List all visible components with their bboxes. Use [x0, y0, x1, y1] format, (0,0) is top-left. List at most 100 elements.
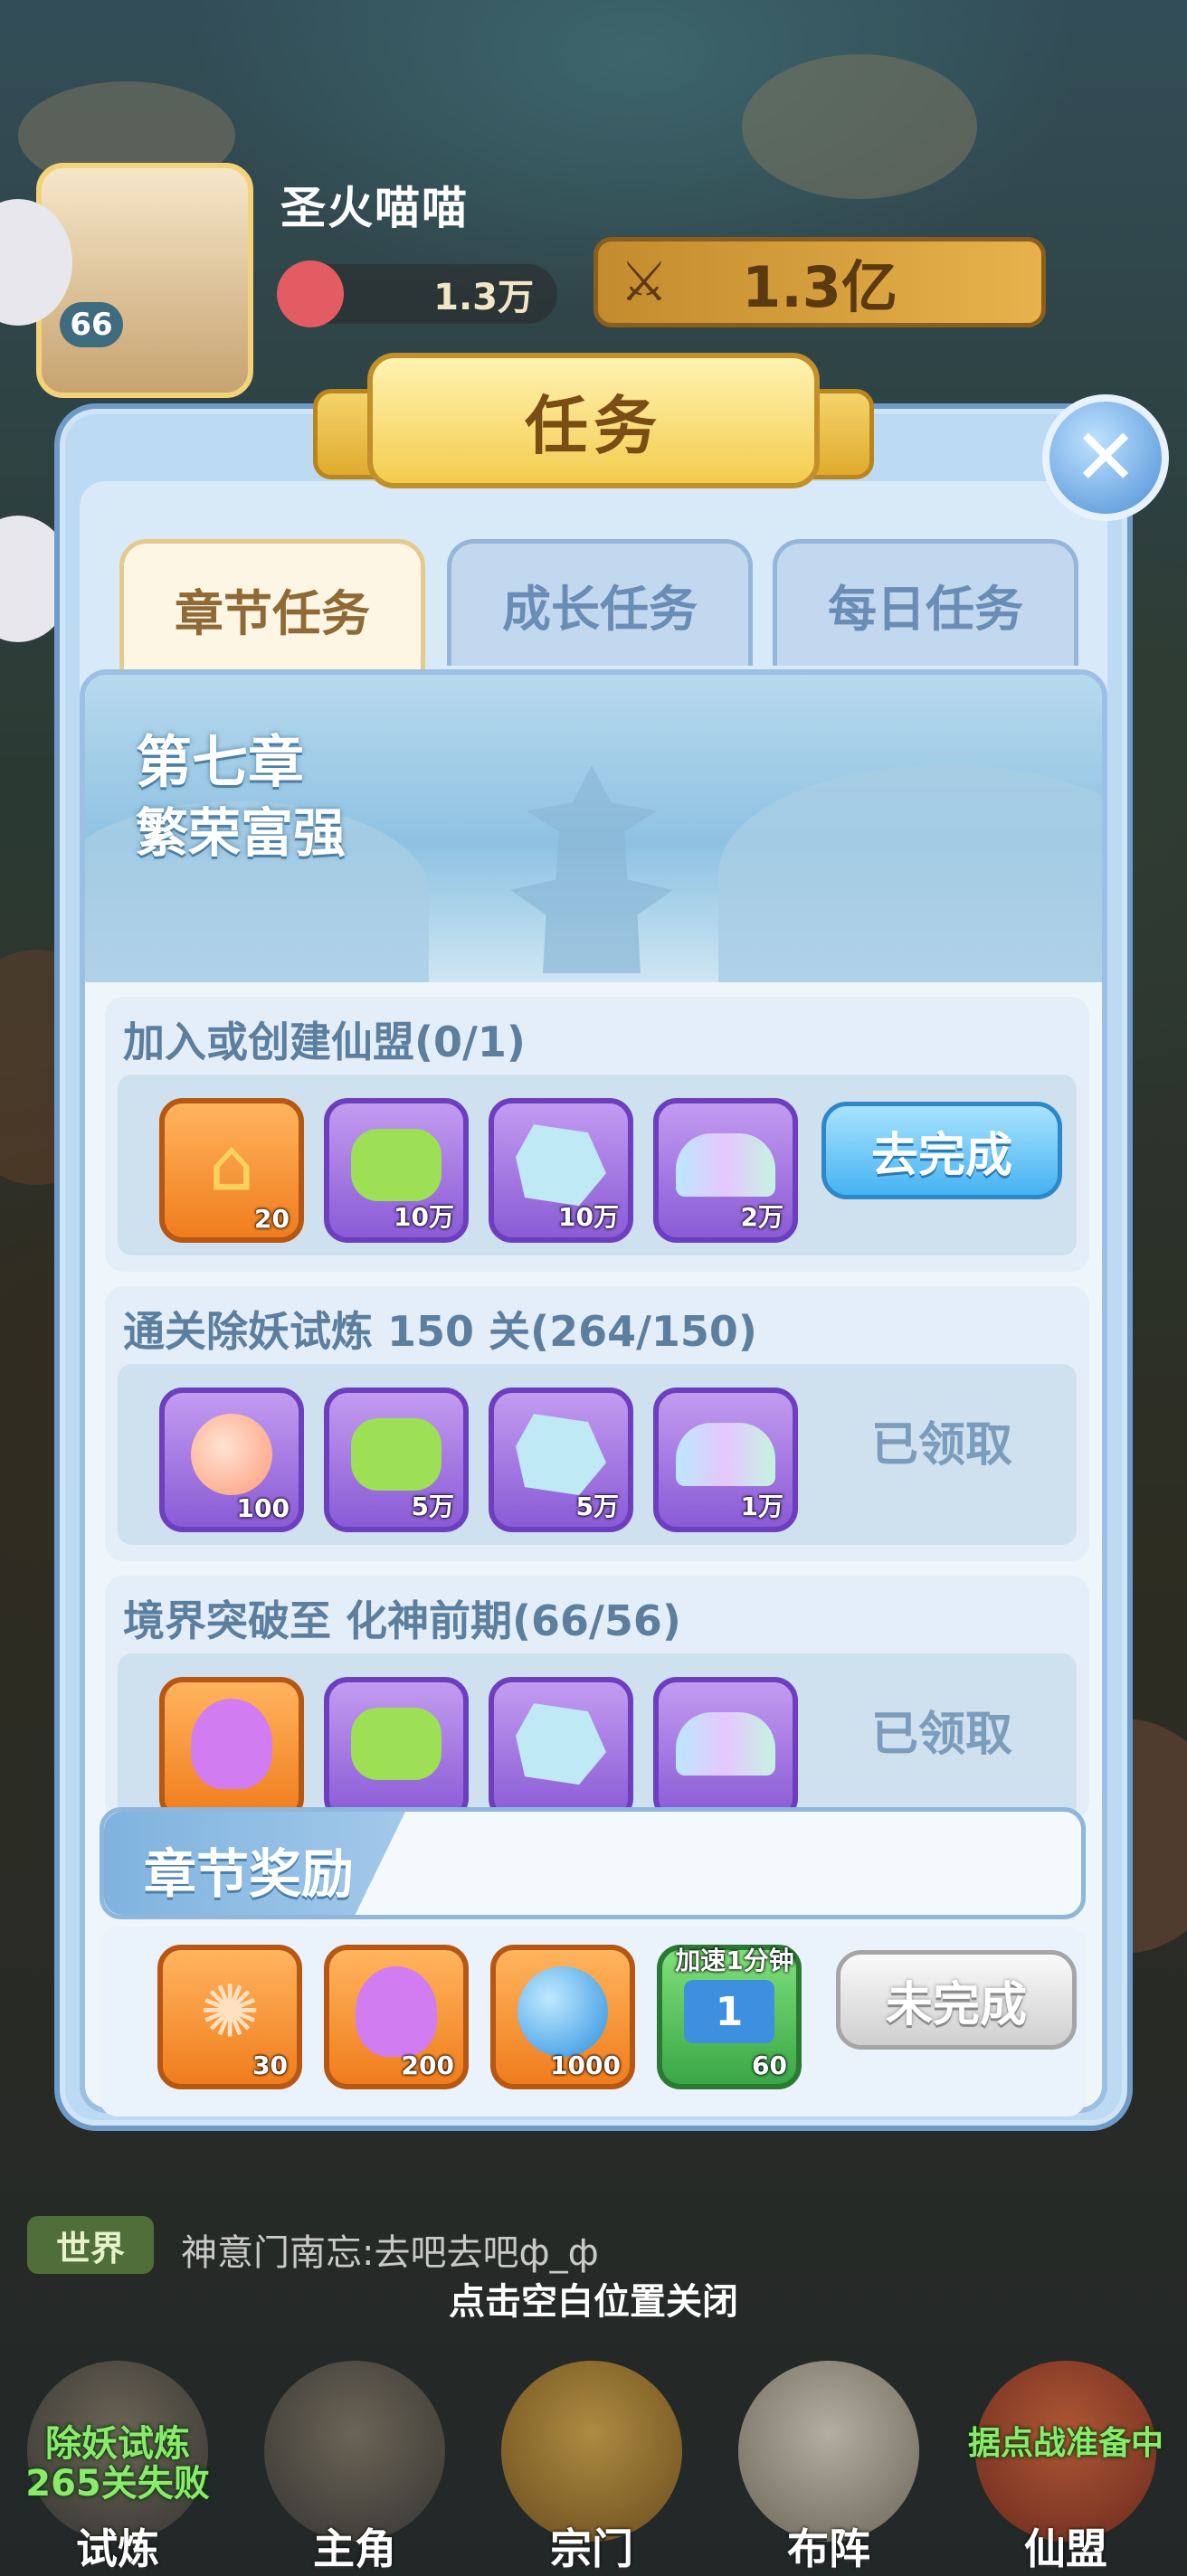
- hero-icon: [264, 2361, 445, 2542]
- sword-icon: ⚔: [620, 251, 669, 314]
- reward-item[interactable]: 200: [324, 1945, 469, 2089]
- purple-flame-icon: [191, 1699, 272, 1790]
- house-token-icon: ⌂: [208, 1122, 255, 1208]
- nav-label: 宗门: [550, 2524, 633, 2573]
- claimed-status: 已领取: [870, 1417, 1012, 1473]
- fire-scroll-icon: ✺: [199, 1969, 261, 2054]
- rainbow-scale-icon: [676, 1133, 775, 1198]
- reward-item[interactable]: 10万: [324, 1098, 469, 1243]
- reward-item[interactable]: [324, 1677, 469, 1822]
- task-title: 加入或创建仙盟(0/1): [123, 1018, 526, 1066]
- nav-label: 仙盟: [1024, 2524, 1107, 2573]
- reward-qty: 1000: [550, 2050, 621, 2080]
- world-chat-message: 神意门南忘:去吧去吧ф_ф: [181, 2232, 599, 2274]
- nav-label: 布阵: [787, 2524, 870, 2573]
- chapter-reward-row: ✺ 30 200 1000 加速1分钟 1 60 未完成: [100, 1927, 1086, 2117]
- reward-item[interactable]: 10万: [489, 1098, 633, 1243]
- blue-orb-icon: [518, 1966, 608, 2058]
- chapter-number: 第七章: [136, 729, 305, 795]
- reward-qty: 10万: [394, 1202, 454, 1232]
- nav-formation[interactable]: 布阵: [720, 2352, 937, 2576]
- reward-qty: 30: [252, 2050, 288, 2080]
- world-chat-tag: 世界: [27, 2216, 154, 2274]
- reward-item[interactable]: 1000: [490, 1945, 635, 2089]
- chapter-header: 第七章 繁荣富强: [85, 675, 1102, 982]
- close-hint[interactable]: 点击空白位置关闭: [0, 2272, 1187, 2325]
- resource-counter: 1.3万: [277, 260, 557, 327]
- reward-qty: 20: [254, 1204, 290, 1234]
- yin-yang-icon: [738, 2361, 919, 2542]
- go-complete-button[interactable]: 去完成: [821, 1102, 1062, 1199]
- blue-crystal-icon: [516, 1703, 606, 1785]
- resource-icon: [277, 260, 344, 327]
- rainbow-scale-icon: [676, 1423, 775, 1487]
- reward-item[interactable]: 1万: [653, 1387, 798, 1532]
- reward-row: 100 5万 5万 1万 已领取: [118, 1364, 1077, 1545]
- sect-icon: [501, 2361, 682, 2542]
- reward-item[interactable]: [489, 1677, 633, 1822]
- reward-qty: 5万: [411, 1492, 454, 1521]
- resource-value: 1.3万: [433, 277, 534, 318]
- reward-qty: 5万: [575, 1492, 619, 1521]
- reward-item[interactable]: 加速1分钟 1 60: [657, 1945, 802, 2089]
- nav-sect[interactable]: 宗门: [483, 2352, 700, 2576]
- player-name: 圣火喵喵: [280, 182, 469, 234]
- reward-item[interactable]: ✺ 30: [157, 1945, 302, 2089]
- blue-crystal-icon: [516, 1124, 606, 1207]
- task-card: 境界突破至 化神前期(66/56) 已领取: [105, 1576, 1089, 1822]
- combat-power-value: 1.3亿: [742, 254, 897, 320]
- task-tabs: 章节任务 成长任务 每日任务: [119, 539, 1082, 675]
- reward-item[interactable]: 5万: [489, 1387, 633, 1532]
- nav-badge: 据点战准备中: [967, 2425, 1163, 2462]
- reward-qty: 2万: [740, 1202, 783, 1232]
- bottom-nav: 除妖试炼 265关失败 试炼 主角 宗门 布阵 据点战准备中 仙盟: [0, 2352, 1187, 2576]
- nav-hero[interactable]: 主角: [246, 2352, 463, 2576]
- combat-power-bar: ⚔ 1.3亿: [594, 237, 1046, 327]
- reward-row: ⌂ 20 10万 10万 2万 去完成: [118, 1075, 1077, 1255]
- close-icon: ✕: [1072, 412, 1139, 503]
- modal-title-banner: 任务: [313, 353, 874, 497]
- tab-chapter-tasks[interactable]: 章节任务: [119, 539, 425, 675]
- reward-qty: 100: [236, 1493, 290, 1523]
- nav-alliance[interactable]: 据点战准备中 仙盟: [957, 2352, 1174, 2576]
- player-level: 66: [60, 302, 123, 347]
- modal-title: 任务: [367, 353, 820, 488]
- reward-item[interactable]: 100: [159, 1387, 304, 1532]
- reward-item[interactable]: [159, 1677, 304, 1822]
- claimed-status: 已领取: [870, 1707, 1012, 1762]
- task-title: 通关除妖试炼 150 关(264/150): [123, 1307, 757, 1356]
- nav-label: 试炼: [76, 2524, 159, 2573]
- cloud: [742, 54, 977, 199]
- tab-daily-tasks[interactable]: 每日任务: [773, 539, 1078, 666]
- blue-crystal-icon: [516, 1414, 606, 1496]
- reward-qty: 1万: [740, 1492, 783, 1521]
- reward-qty: 10万: [558, 1202, 619, 1232]
- chapter-name: 繁荣富强: [136, 802, 347, 864]
- reward-item[interactable]: 5万: [324, 1387, 469, 1532]
- tab-growth-tasks[interactable]: 成长任务: [447, 539, 753, 666]
- task-card: 加入或创建仙盟(0/1) ⌂ 20 10万 10万 2万 去完成: [105, 997, 1089, 1272]
- reward-qty: 60: [752, 2050, 787, 2080]
- mountain-decor: [718, 765, 1102, 982]
- chapter-reward-header: 章节奖励: [100, 1807, 1086, 1919]
- peach-icon: [191, 1414, 272, 1496]
- close-button[interactable]: ✕: [1042, 394, 1169, 521]
- reward-item[interactable]: 2万: [653, 1098, 798, 1243]
- rainbow-scale-icon: [676, 1712, 775, 1776]
- reward-row: 已领取: [118, 1653, 1077, 1822]
- reward-item[interactable]: ⌂ 20: [159, 1098, 304, 1243]
- task-title: 境界突破至 化神前期(66/56): [123, 1596, 681, 1645]
- green-jade-icon: [351, 1129, 442, 1202]
- green-jade-icon: [351, 1418, 442, 1492]
- nav-label: 主角: [313, 2524, 396, 2573]
- reward-tag: 加速1分钟: [675, 1946, 794, 1975]
- reward-item[interactable]: [653, 1677, 798, 1822]
- green-jade-icon: [351, 1708, 442, 1781]
- speedup-ticket-icon: 1: [684, 1980, 774, 2044]
- chapter-reward-button[interactable]: 未完成: [836, 1950, 1077, 2050]
- task-card: 通关除妖试炼 150 关(264/150) 100 5万 5万 1万 已领取: [105, 1286, 1089, 1561]
- chapter-reward-label: 章节奖励: [144, 1843, 355, 1905]
- reward-qty: 200: [401, 2050, 454, 2080]
- nav-badge: 除妖试炼 265关失败: [25, 2423, 210, 2505]
- nav-trial[interactable]: 除妖试炼 265关失败 试炼: [9, 2352, 226, 2576]
